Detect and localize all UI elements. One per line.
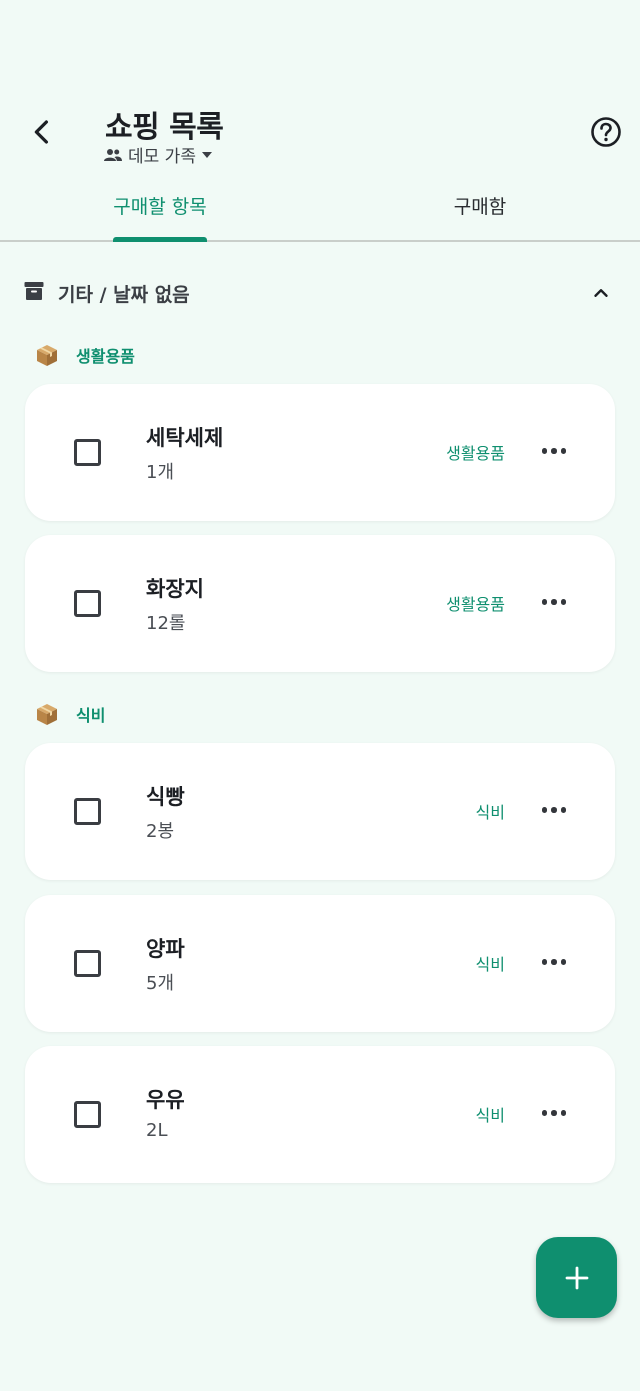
help-button[interactable] xyxy=(586,112,626,152)
dot-icon xyxy=(541,448,548,454)
dot-icon xyxy=(560,599,567,605)
dot-icon xyxy=(560,1110,567,1116)
item-category: 생활용품 xyxy=(446,444,505,463)
item-name: 양파 xyxy=(146,937,185,961)
item-category: 생활용품 xyxy=(446,595,505,614)
category-label: 생활용품 xyxy=(76,347,135,366)
item-name: 화장지 xyxy=(146,577,204,601)
item-checkbox[interactable] xyxy=(74,950,101,977)
help-icon xyxy=(591,117,621,147)
dot-icon xyxy=(560,448,567,454)
section-title: 기타 / 날짜 없음 xyxy=(58,284,190,306)
group-selector[interactable]: 데모 가족 xyxy=(104,142,212,167)
dot-icon xyxy=(551,448,557,454)
dot-icon xyxy=(551,1110,557,1116)
tab-purchased-label: 구매함 xyxy=(453,196,507,218)
more-options-button[interactable] xyxy=(539,587,569,617)
section-header[interactable]: 기타 / 날짜 없음 xyxy=(0,268,640,318)
list-item[interactable]: 양파 5개 식비 xyxy=(25,895,615,1032)
item-checkbox[interactable] xyxy=(74,439,101,466)
chevron-up-icon xyxy=(594,289,608,297)
category-header-food: 식비 xyxy=(34,699,105,729)
dot-icon xyxy=(541,807,548,813)
item-category: 식비 xyxy=(475,803,505,822)
caret-down-icon xyxy=(201,151,212,158)
item-name: 세탁세제 xyxy=(146,426,224,450)
item-name: 식빵 xyxy=(146,785,185,809)
item-quantity: 5개 xyxy=(146,973,175,994)
active-tab-indicator xyxy=(113,237,207,242)
item-quantity: 12롤 xyxy=(146,613,186,634)
more-options-button[interactable] xyxy=(539,947,569,977)
plus-icon xyxy=(565,1266,588,1289)
item-checkbox[interactable] xyxy=(74,1101,101,1128)
item-quantity: 2L xyxy=(146,1120,168,1141)
dot-icon xyxy=(551,959,557,965)
app-header: 쇼핑 목록 데모 가족 xyxy=(0,0,640,180)
category-label: 식비 xyxy=(76,706,106,725)
item-quantity: 1개 xyxy=(146,462,175,483)
page-title: 쇼핑 목록 xyxy=(105,110,224,145)
list-item[interactable]: 식빵 2봉 식비 xyxy=(25,743,615,880)
arrow-back-icon xyxy=(34,120,48,144)
dot-icon xyxy=(541,959,548,965)
more-options-button[interactable] xyxy=(539,436,569,466)
dot-icon xyxy=(560,959,567,965)
dot-icon xyxy=(551,599,557,605)
tab-bar: 구매할 항목 구매함 xyxy=(0,180,640,242)
tab-to-buy-label: 구매할 항목 xyxy=(113,196,207,218)
item-category: 식비 xyxy=(475,955,505,974)
tab-purchased[interactable]: 구매함 xyxy=(420,180,540,240)
add-item-button[interactable] xyxy=(536,1237,617,1318)
dot-icon xyxy=(551,807,557,813)
group-name: 데모 가족 xyxy=(128,147,196,167)
list-item[interactable]: 세탁세제 1개 생활용품 xyxy=(25,384,615,521)
tab-to-buy[interactable]: 구매할 항목 xyxy=(100,180,220,242)
package-icon xyxy=(37,345,57,366)
item-category: 식비 xyxy=(475,1106,505,1125)
item-checkbox[interactable] xyxy=(74,798,101,825)
item-name: 우유 xyxy=(146,1088,185,1112)
archive-icon xyxy=(24,282,44,300)
item-quantity: 2봉 xyxy=(146,821,175,842)
group-icon xyxy=(104,148,122,161)
category-header-household: 생활용품 xyxy=(34,340,135,370)
shopping-list-screen: 쇼핑 목록 데모 가족 구매할 항목 구매함 기타 / 날짜 없음 생활용품 세… xyxy=(0,0,640,1391)
item-checkbox[interactable] xyxy=(74,590,101,617)
more-options-button[interactable] xyxy=(539,795,569,825)
dot-icon xyxy=(541,1110,548,1116)
dot-icon xyxy=(541,599,548,605)
list-item[interactable]: 우유 2L 식비 xyxy=(25,1046,615,1183)
back-button[interactable] xyxy=(18,108,66,156)
more-options-button[interactable] xyxy=(539,1098,569,1128)
dot-icon xyxy=(560,807,567,813)
list-item[interactable]: 화장지 12롤 생활용품 xyxy=(25,535,615,672)
package-icon xyxy=(37,704,57,725)
